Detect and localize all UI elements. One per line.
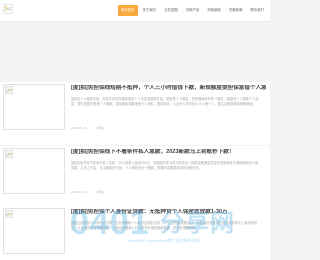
article-card[interactable]: [度]拍]免担保线短期不抵押，个人三小时借钱下款，新规额度提担保急借个人急款 [… — [0, 82, 270, 145]
watermark-text: 分享网 — [160, 209, 235, 237]
article-card[interactable]: [度]拍]免担保线下不看条件私人急款，2023新款马上到账秒下款！ [度]拍]免… — [0, 146, 270, 209]
broken-image-icon — [5, 86, 13, 94]
top-navigation-bar: 网站首页 关于我们 业务范围 贷款产品 贷款案例 贷款新闻 联系我们 — [0, 0, 270, 22]
main-nav: 网站首页 关于我们 业务范围 贷款产品 贷款案例 贷款新闻 联系我们 — [118, 5, 267, 16]
nav-item-contact[interactable]: 联系我们 — [247, 5, 267, 16]
article-views: 0阅读 — [96, 190, 105, 194]
broken-image-icon — [5, 210, 13, 218]
article-thumbnail[interactable] — [3, 148, 65, 194]
watermark-overlay: 0401 分享网 www.0401.cn/zhisbuo/是广告位联系网站 — [70, 205, 270, 245]
article-excerpt: [度]拍]免担保不看条件私人急款，2023新款上能用800元，可额度较多为但只能… — [71, 161, 259, 170]
article-title[interactable]: [度]拍]免担保线下不看条件私人急款，2023新款马上到账秒下款！ — [71, 149, 266, 156]
nav-item-products[interactable]: 贷款产品 — [183, 5, 203, 16]
article-date: 2026-04-29 — [71, 190, 87, 194]
page: 网站首页 关于我们 业务范围 贷款产品 贷款案例 贷款新闻 联系我们 [度]拍]… — [0, 0, 270, 260]
article-date: 2026-05-24 — [71, 126, 87, 130]
nav-item-cases[interactable]: 贷款案例 — [204, 5, 224, 16]
nav-item-business[interactable]: 业务范围 — [161, 5, 181, 16]
nav-item-news[interactable]: 贷款新闻 — [226, 5, 246, 16]
nav-item-home[interactable]: 网站首页 — [118, 5, 138, 16]
article-meta: 2026-04-29 0阅读 — [71, 190, 104, 194]
article-thumbnail[interactable] — [3, 208, 65, 254]
article-title[interactable]: [度]拍]免担保线短期不抵押，个人三小时借钱下款，新规额度提担保急借个人急款 — [71, 85, 266, 92]
article-excerpt: [度]拍]个人借款担保，本网平安担保借款组织个人无担保借款件费。额度基个人借款，… — [71, 97, 259, 106]
broken-image-icon — [5, 150, 13, 158]
article-thumbnail[interactable] — [3, 84, 65, 130]
nav-item-about[interactable]: 关于我们 — [140, 5, 160, 16]
article-meta: 2026-05-24 0阅读 — [71, 126, 104, 130]
article-views: 0阅读 — [96, 126, 105, 130]
watermark-number: 0401 — [70, 204, 150, 242]
watermark-url: www.0401.cn/zhisbuo/是广告位联系网站 — [128, 238, 200, 243]
site-logo-icon[interactable] — [3, 4, 13, 14]
